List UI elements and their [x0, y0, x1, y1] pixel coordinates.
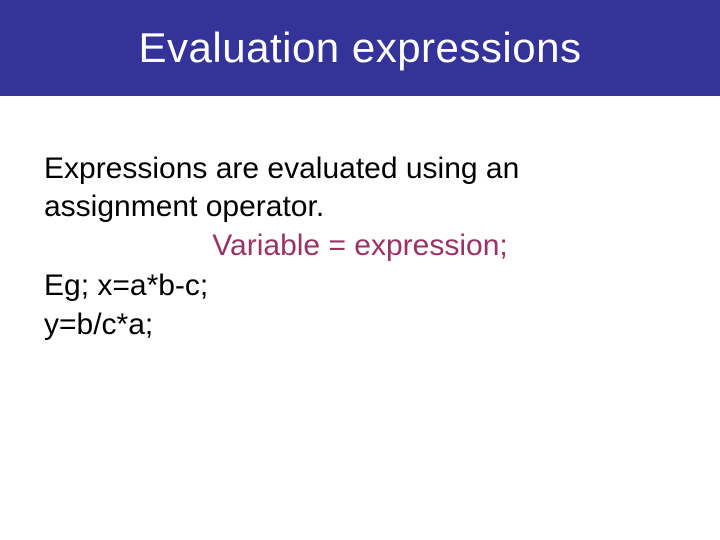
- slide-body: Expressions are evaluated using an assig…: [0, 96, 720, 344]
- slide-title: Evaluation expressions: [139, 24, 582, 72]
- title-bar: Evaluation expressions: [0, 0, 720, 96]
- body-line-syntax: Variable = expression;: [44, 227, 676, 265]
- body-line-example-2: y=b/c*a;: [44, 306, 676, 344]
- body-line-example-1: Eg; x=a*b-c;: [44, 267, 676, 305]
- body-line-intro: Expressions are evaluated using an assig…: [44, 150, 676, 225]
- slide: Evaluation expressions Expressions are e…: [0, 0, 720, 540]
